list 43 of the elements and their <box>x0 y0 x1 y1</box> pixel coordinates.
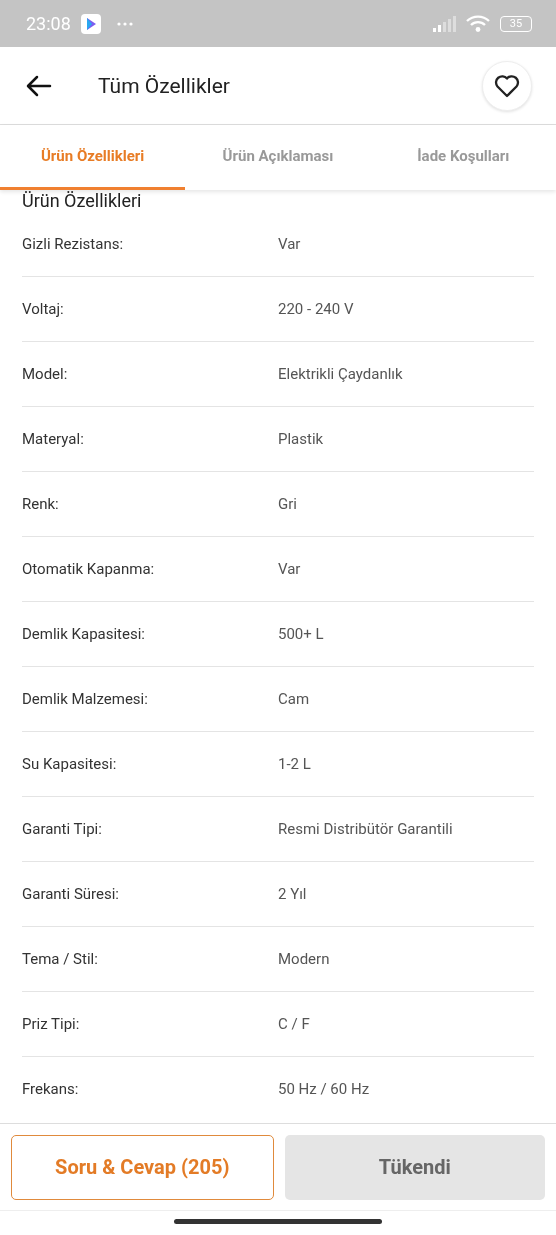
signal-icon <box>432 15 456 32</box>
section-title: Ürün Özellikleri <box>22 190 143 212</box>
spec-value: Elektrikli Çaydanlık <box>278 365 403 383</box>
spec-value: Gri <box>278 495 297 513</box>
battery-icon: 35 <box>500 15 532 32</box>
spec-name: Renk: <box>22 495 60 513</box>
page-title: Tüm Özellikler <box>98 73 231 98</box>
tab[interactable]: İade Koşulları <box>370 125 556 190</box>
spec-value: 2 Yıl <box>278 885 307 903</box>
spec-value: 220 - 240 V <box>278 300 354 318</box>
spec-value: 50 Hz / 60 Hz <box>278 1080 370 1098</box>
heart-icon <box>494 73 520 98</box>
spec-value: 500+ L <box>278 625 324 643</box>
questions-button[interactable]: Soru & Cevap (205) <box>11 1134 274 1200</box>
spec-name: Priz Tipi: <box>22 1015 81 1033</box>
spec-name: Materyal: <box>22 430 85 448</box>
spec-name: Demlik Kapasitesi: <box>22 625 146 643</box>
spec-name: Tema / Stil: <box>22 950 99 968</box>
spec-name: Su Kapasitesi: <box>22 755 118 773</box>
spec-value: Resmi Distribütör Garantili <box>278 820 453 838</box>
spec-value: Modern <box>278 950 330 968</box>
spec-name: Frekans: <box>22 1080 80 1098</box>
back-icon[interactable] <box>26 74 52 97</box>
spec-name: Otomatik Kapanma: <box>22 560 156 578</box>
favorite-button[interactable] <box>482 60 532 111</box>
tab[interactable]: Ürün Özellikleri <box>0 125 186 190</box>
spec-value: 1-2 L <box>278 755 311 773</box>
spec-value: Plastik <box>278 430 324 448</box>
wifi-icon <box>466 15 490 32</box>
spec-name: Gizli Rezistans: <box>22 235 125 253</box>
spec-value: Cam <box>278 690 310 708</box>
spec-value: C / F <box>278 1015 310 1033</box>
spec-name: Garanti Süresi: <box>22 885 120 903</box>
spec-value: Var <box>278 560 301 578</box>
spec-name: Model: <box>22 365 69 383</box>
spec-name: Garanti Tipi: <box>22 820 103 838</box>
clock: 23:08 <box>26 13 71 34</box>
spec-name: Voltaj: <box>22 300 65 318</box>
spec-name: Demlik Malzemesi: <box>22 690 149 708</box>
tab[interactable]: Ürün Açıklaması <box>185 125 371 190</box>
spec-value: Var <box>278 235 301 253</box>
play-store-icon <box>80 13 101 34</box>
more-icon <box>116 21 133 26</box>
